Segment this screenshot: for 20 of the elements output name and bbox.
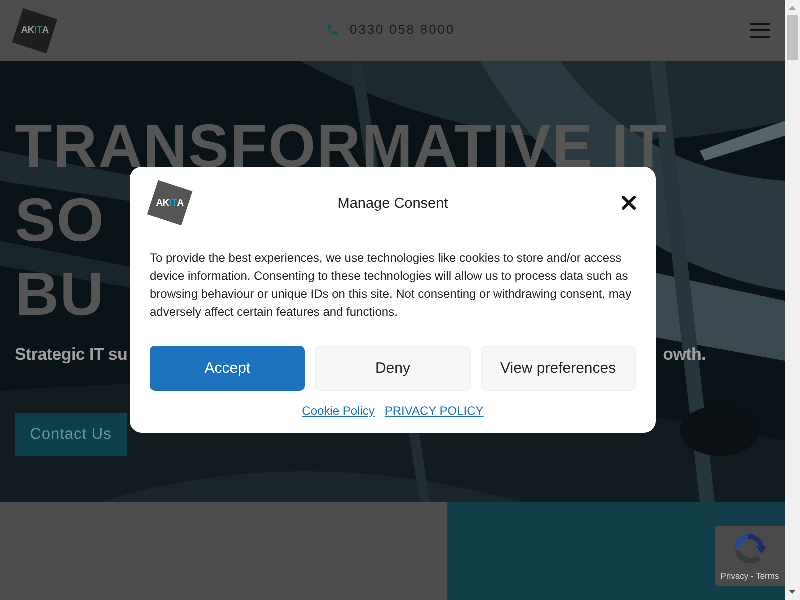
consent-text: To provide the best experiences, we use technologies like cookies to store and/or access device information. Consenting to these technologies will allow us to process data such as browsing behaviour or unique IDs on this site. Not consenting or withdrawing consent, may adversely affect certain features and functions. — [150, 250, 633, 321]
modal-title: Manage Consent — [338, 196, 448, 212]
recaptcha-links: Privacy - Terms — [720, 571, 780, 581]
hero-heading: SO — [15, 185, 106, 256]
logo: AKITA — [150, 183, 190, 223]
contact-button[interactable]: Contact Us — [15, 413, 127, 456]
preferences-button[interactable]: View preferences — [480, 346, 636, 391]
menu-icon[interactable] — [750, 23, 770, 38]
hero-heading: BU — [15, 259, 106, 330]
scrollbar-drawing[interactable] — [785, 0, 800, 600]
accept-button[interactable]: Accept — [150, 346, 306, 391]
deny-button[interactable]: Deny — [315, 346, 471, 391]
hero-subtitle: owth. — [663, 345, 706, 365]
recaptcha-badge[interactable]: Privacy - Terms — [715, 526, 785, 586]
hero-heading: TRANSFORMATIVE IT — [15, 111, 668, 182]
policy-link[interactable]: Cookie Policy — [302, 404, 375, 418]
phone-icon — [326, 22, 340, 36]
close-icon[interactable] — [622, 196, 636, 210]
hero-subtitle: Strategic IT su — [15, 345, 128, 365]
policy-link[interactable]: PRIVACY POLICY — [384, 404, 484, 418]
